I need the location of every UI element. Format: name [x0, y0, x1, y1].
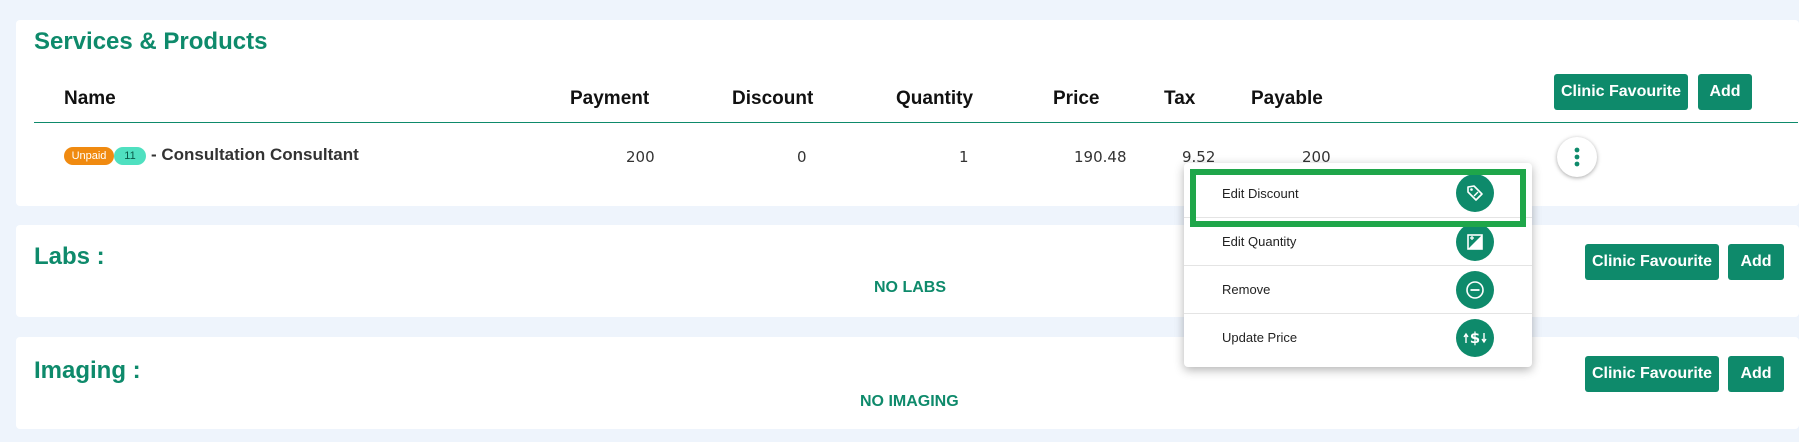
svg-text:$: $ [1470, 329, 1480, 347]
column-header-price: Price [1053, 88, 1100, 109]
menu-item-edit-quantity[interactable]: Edit Quantity [1184, 217, 1532, 265]
column-header-payable: Payable [1251, 88, 1323, 109]
imaging-title: Imaging : [34, 357, 141, 384]
cell-discount: 0 [797, 148, 807, 166]
labs-empty-message: NO LABS [874, 279, 946, 296]
minus-circle-icon [1456, 270, 1494, 309]
discount-tag-icon [1456, 174, 1494, 212]
menu-item-edit-discount[interactable]: Edit Discount [1184, 169, 1532, 217]
imaging-clinic-favourite-button[interactable]: Clinic Favourite [1585, 356, 1719, 392]
row-actions-menu: Edit Discount Edit Quantity Remove Updat… [1184, 163, 1532, 367]
services-title: Services & Products [34, 28, 268, 55]
cell-payment: 200 [626, 148, 655, 166]
menu-item-label: Update Price [1222, 330, 1298, 345]
column-header-name: Name [64, 88, 116, 109]
column-header-discount: Discount [732, 88, 814, 109]
column-header-quantity: Quantity [896, 88, 974, 109]
imaging-add-button[interactable]: Add [1728, 356, 1784, 392]
menu-item-label: Remove [1222, 282, 1271, 297]
item-name: - Consultation Consultant [151, 145, 359, 164]
count-badge: 11 [114, 147, 146, 165]
row-actions-button[interactable] [1557, 137, 1597, 177]
services-clinic-favourite-button[interactable]: Clinic Favourite [1554, 74, 1688, 110]
menu-item-update-price[interactable]: Update Price $ [1184, 313, 1532, 361]
status-badge: Unpaid [64, 147, 114, 165]
imaging-empty-message: NO IMAGING [860, 393, 959, 410]
cell-price: 190.48 [1074, 148, 1127, 166]
more-vertical-icon [1574, 147, 1580, 167]
labs-clinic-favourite-button[interactable]: Clinic Favourite [1585, 244, 1719, 280]
header-divider [34, 122, 1798, 123]
services-add-button[interactable]: Add [1698, 74, 1752, 110]
quantity-icon [1456, 222, 1494, 261]
column-header-tax: Tax [1164, 88, 1196, 109]
price-update-icon: $ [1456, 318, 1494, 357]
labs-title: Labs : [34, 243, 105, 270]
cell-quantity: 1 [959, 148, 969, 166]
menu-item-label: Edit Discount [1222, 185, 1299, 201]
menu-item-label: Edit Quantity [1222, 234, 1297, 249]
labs-add-button[interactable]: Add [1728, 244, 1784, 280]
menu-item-remove[interactable]: Remove [1184, 265, 1532, 313]
column-header-payment: Payment [570, 88, 650, 109]
